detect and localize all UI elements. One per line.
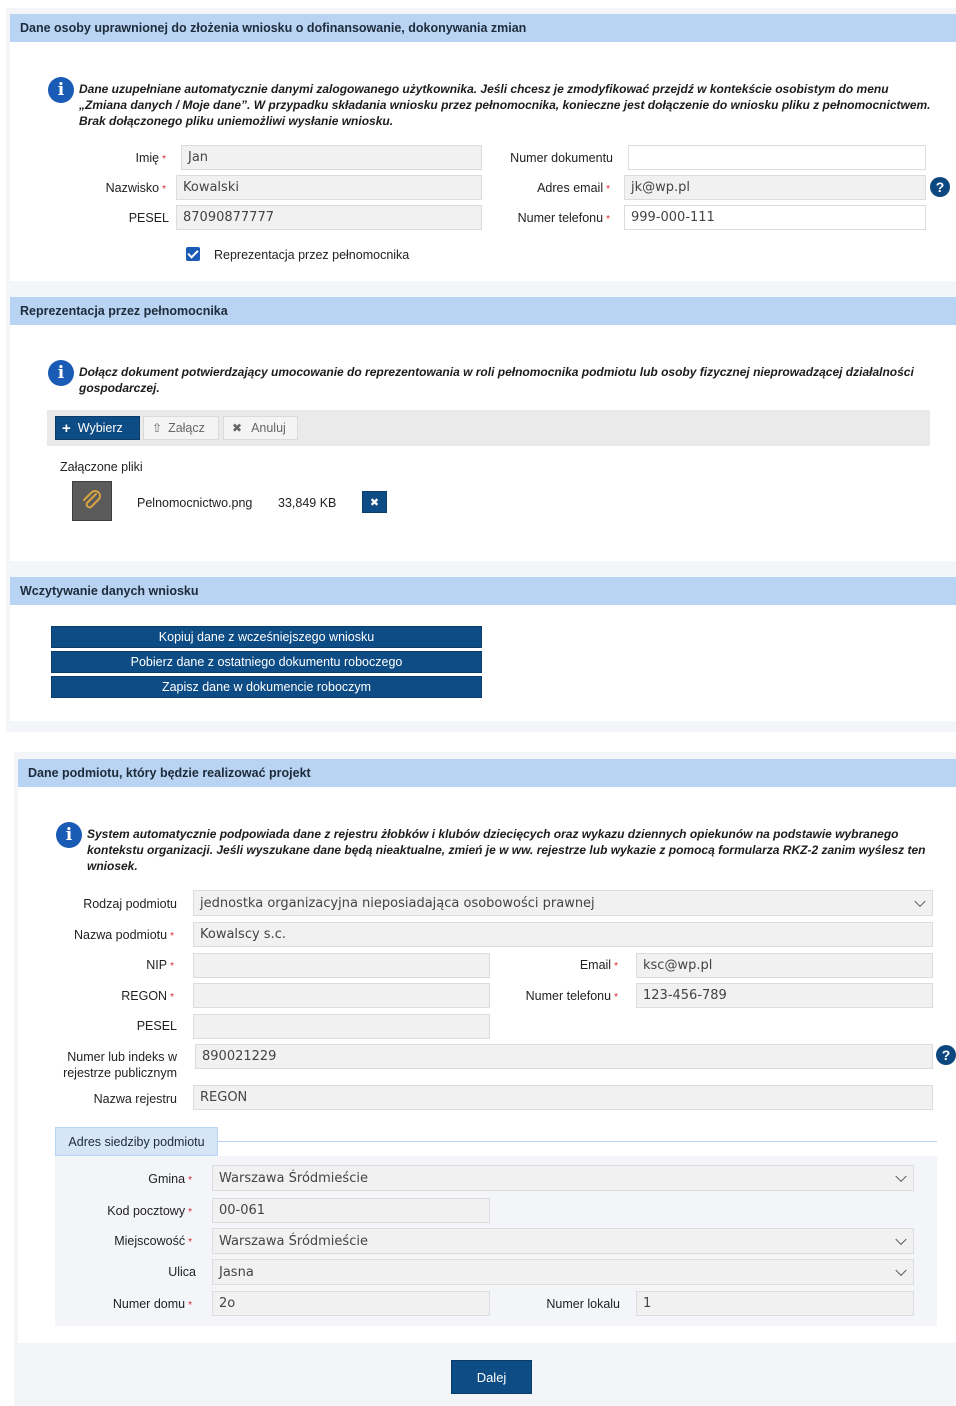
chevron-down-icon — [914, 895, 926, 908]
label-pesel-podmiot: PESEL — [136, 1019, 177, 1033]
numer-rejestr-field[interactable]: 890021229 — [195, 1044, 933, 1069]
section-title: Reprezentacja przez pełnomocnika — [20, 304, 228, 318]
label-email-podmiot: Email * — [579, 958, 618, 972]
label-numer-rejestr: Numer lub indeks w rejestrze publicznym — [63, 1050, 177, 1080]
gmina-select[interactable]: Warszawa Śródmieście — [212, 1165, 914, 1191]
info-text-reprezentacja: Dołącz dokument potwierdzający umocowani… — [79, 365, 914, 395]
help-icon[interactable]: ? — [930, 177, 950, 197]
label-nazwa-podmiotu: Nazwa podmiotu * — [73, 928, 174, 942]
regon-field[interactable] — [193, 983, 490, 1008]
close-icon: ✖ — [232, 421, 243, 435]
chevron-down-icon — [895, 1233, 907, 1246]
ulica-select[interactable]: Jasna — [212, 1259, 914, 1285]
zapisz-dane-button[interactable]: Zapisz dane w dokumencie roboczym — [51, 676, 482, 698]
label-nazwisko: Nazwisko * — [105, 181, 166, 195]
email-podmiot-field[interactable]: ksc@wp.pl — [636, 953, 933, 978]
reprezentacja-checkbox[interactable] — [186, 247, 200, 261]
section-header-wczytywanie: Wczytywanie danych wniosku — [10, 577, 956, 605]
info-icon: i — [56, 822, 82, 848]
label-rodzaj-podmiotu: Rodzaj podmiotu — [83, 897, 177, 911]
label-telefon-podmiot: Numer telefonu * — [525, 989, 618, 1003]
section-title: Dane podmiotu, który będzie realizować p… — [28, 766, 311, 780]
kopiuj-dane-button[interactable]: Kopiuj dane z wcześniejszego wniosku — [51, 626, 482, 648]
dalej-button[interactable]: Dalej — [451, 1360, 532, 1394]
numer-domu-field[interactable]: 2o — [212, 1291, 490, 1316]
info-text-podmiot: System automatycznie podpowiada dane z r… — [87, 827, 926, 873]
numer-dokumentu-field[interactable] — [628, 145, 926, 170]
numer-telefonu-field[interactable]: 999-000-111 — [624, 205, 926, 230]
nip-field[interactable] — [193, 953, 490, 978]
zalaczone-pliki-label: Załączone pliki — [60, 460, 143, 474]
label-ulica: Ulica — [168, 1265, 196, 1279]
pobierz-dane-button[interactable]: Pobierz dane z ostatniego dokumentu robo… — [51, 651, 482, 673]
chevron-down-icon — [895, 1170, 907, 1183]
label-miejscowosc: Miejscowość * — [114, 1234, 192, 1248]
anuluj-button[interactable]: ✖ Anuluj — [223, 416, 298, 440]
help-icon[interactable]: ? — [936, 1045, 956, 1065]
rodzaj-podmiotu-select[interactable]: jednostka organizacyjna nieposiadająca o… — [193, 890, 933, 916]
section-title: Wczytywanie danych wniosku — [20, 584, 199, 598]
pesel-field[interactable]: 87090877777 — [176, 205, 482, 230]
label-nazwa-rejestru: Nazwa rejestru — [93, 1092, 177, 1106]
section-header-osoba-uprawniona: Dane osoby uprawnionej do złożenia wnios… — [10, 14, 956, 42]
label-nip: NIP * — [146, 958, 174, 972]
section-header-dane-podmiotu: Dane podmiotu, który będzie realizować p… — [18, 759, 956, 787]
label-numer-telefonu: Numer telefonu * — [517, 211, 610, 225]
label-imie: Imię * — [135, 151, 166, 165]
chevron-down-icon — [895, 1264, 907, 1277]
miejscowosc-select[interactable]: Warszawa Śródmieście — [212, 1228, 914, 1254]
plus-icon: + — [62, 419, 71, 437]
label-regon: REGON * — [121, 989, 174, 1003]
adres-email-field[interactable]: jk@wp.pl — [624, 175, 926, 200]
wybierz-button[interactable]: + Wybierz — [55, 416, 140, 440]
info-icon: i — [48, 360, 74, 386]
upload-icon: ⇧ — [152, 421, 163, 435]
telefon-podmiot-field[interactable]: 123-456-789 — [636, 983, 933, 1008]
label-gmina: Gmina * — [148, 1172, 192, 1186]
nazwa-rejestru-field[interactable]: REGON — [193, 1085, 933, 1110]
nazwisko-field[interactable]: Kowalski — [176, 175, 482, 200]
label-pesel: PESEL — [128, 211, 169, 225]
kod-pocztowy-field[interactable]: 00-061 — [212, 1198, 490, 1223]
label-numer-lokalu: Numer lokalu — [546, 1297, 620, 1311]
nazwa-podmiotu-field[interactable]: Kowalscy s.c. — [193, 922, 933, 947]
file-name: Pelnomocnictwo.png — [137, 496, 253, 510]
section-header-reprezentacja: Reprezentacja przez pełnomocnika — [10, 297, 956, 325]
reprezentacja-checkbox-label: Reprezentacja przez pełnomocnika — [214, 248, 410, 262]
zalacz-button[interactable]: ⇧ Załącz — [143, 416, 219, 440]
remove-file-button[interactable]: ✖ — [362, 491, 387, 513]
close-icon: ✖ — [369, 496, 380, 509]
imie-field[interactable]: Jan — [181, 145, 482, 170]
address-tab-underline — [218, 1141, 937, 1142]
label-numer-dokumentu: Numer dokumentu — [510, 151, 613, 165]
paperclip-icon — [72, 481, 112, 521]
numer-lokalu-field[interactable]: 1 — [636, 1291, 914, 1316]
info-text-osoba: Dane uzupełniane automatycznie danymi za… — [79, 82, 931, 128]
info-icon: i — [48, 77, 74, 103]
label-kod-pocztowy: Kod pocztowy * — [107, 1204, 192, 1218]
pesel-podmiot-field[interactable] — [193, 1014, 490, 1039]
section-title: Dane osoby uprawnionej do złożenia wnios… — [20, 21, 527, 35]
label-adres-email: Adres email * — [537, 181, 610, 195]
tab-adres-siedziby[interactable]: Adres siedziby podmiotu — [55, 1127, 218, 1156]
file-size: 33,849 KB — [278, 496, 337, 510]
label-numer-domu: Numer domu * — [112, 1297, 192, 1311]
